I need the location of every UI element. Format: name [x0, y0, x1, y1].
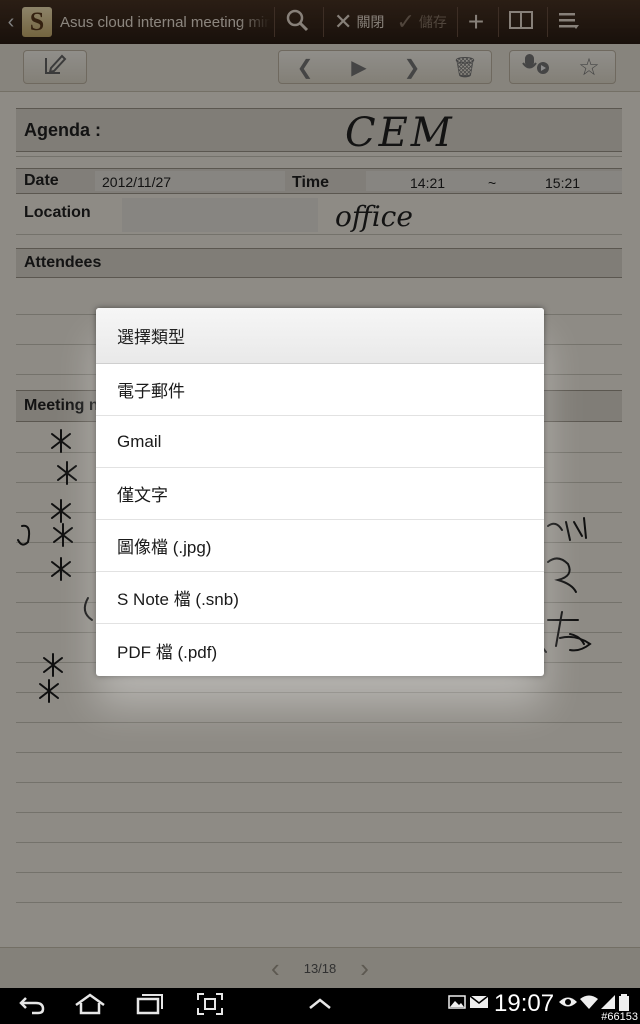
chevron-up-icon[interactable]: [306, 992, 334, 1023]
recent-apps-icon[interactable]: [136, 992, 164, 1023]
dialog-title: 選擇類型: [96, 308, 544, 364]
select-type-dialog: 選擇類型 電子郵件 Gmail 僅文字 圖像檔 (.jpg) S Note 檔 …: [96, 308, 544, 676]
system-bar: 19:07 #66153: [0, 988, 640, 1024]
gallery-icon: [448, 994, 466, 1015]
option-text-only[interactable]: 僅文字: [96, 468, 544, 520]
screenshot-icon[interactable]: [196, 992, 224, 1023]
back-icon[interactable]: [18, 992, 46, 1023]
option-snote-snb[interactable]: S Note 檔 (.snb): [96, 572, 544, 624]
mail-icon: [469, 994, 489, 1015]
clock: 19:07: [494, 990, 555, 1017]
option-image-jpg[interactable]: 圖像檔 (.jpg): [96, 520, 544, 572]
option-gmail[interactable]: Gmail: [96, 416, 544, 468]
option-email[interactable]: 電子郵件: [96, 364, 544, 416]
option-pdf[interactable]: PDF 檔 (.pdf): [96, 624, 544, 676]
home-icon[interactable]: [74, 992, 106, 1023]
eye-icon: [558, 994, 578, 1015]
watermark: #66153: [601, 1011, 638, 1023]
wifi-icon: [579, 994, 599, 1015]
